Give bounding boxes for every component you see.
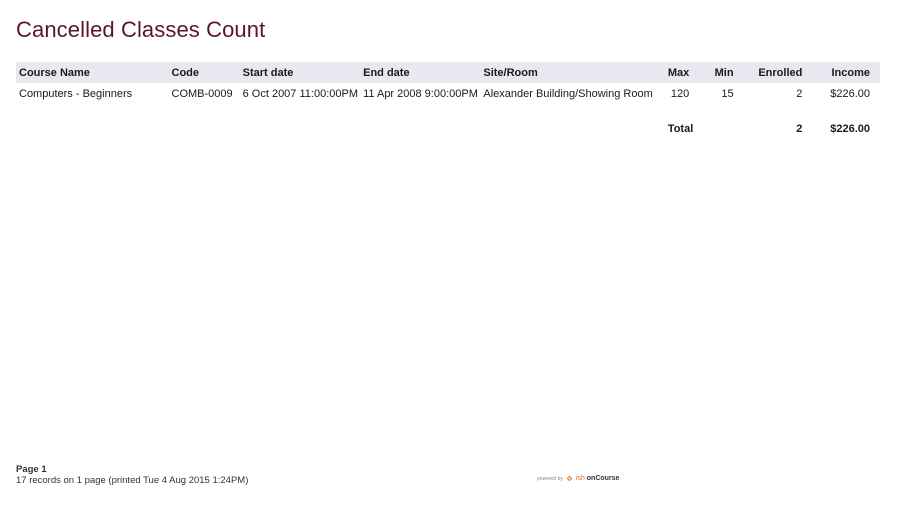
header-site-room: Site/Room — [480, 62, 653, 83]
header-end-date: End date — [360, 62, 481, 83]
page-number: Page 1 — [16, 464, 47, 475]
total-enrolled: 2 — [796, 123, 803, 135]
header-start-date: Start date — [239, 62, 361, 83]
header-income: Income — [812, 62, 880, 83]
header-code: Code — [168, 62, 240, 83]
brand-oncourse: onCourse — [586, 475, 620, 482]
powered-by-logo: powered by ish onCourse — [537, 475, 619, 482]
brand-name: ish onCourse — [576, 475, 620, 482]
report-table: Course Name Code Start date End date Sit… — [16, 62, 880, 140]
header-enrolled: Enrolled — [743, 62, 813, 83]
header-course-name: Course Name — [16, 62, 169, 83]
total-income: $226.00 — [830, 123, 870, 135]
cell-min: 15 — [721, 88, 734, 100]
cell-course-name: Computers - Beginners — [19, 88, 133, 100]
table-row: Computers - Beginners COMB-0009 6 Oct 20… — [16, 83, 880, 105]
spacer-row — [16, 105, 880, 118]
report-title: Cancelled Classes Count — [16, 17, 266, 42]
records-summary: 17 records on 1 page (printed Tue 4 Aug … — [16, 475, 249, 486]
header-max: Max — [652, 62, 700, 83]
cell-code: COMB-0009 — [171, 88, 233, 100]
cell-income: $226.00 — [830, 88, 870, 100]
powered-by-text: powered by — [537, 475, 563, 482]
cell-start-date: 6 Oct 2007 11:00:00PM — [242, 88, 358, 100]
report-footer: Page 1 17 records on 1 page (printed Tue… — [16, 464, 248, 486]
header-min: Min — [699, 62, 744, 83]
brand-ish: ish — [575, 475, 585, 482]
cell-end-date: 11 Apr 2008 9:00:00PM — [363, 88, 478, 100]
cell-site-room: Alexander Building/Showing Room — [483, 88, 653, 100]
total-row: Total 2 $226.00 — [16, 118, 880, 140]
total-label: Total — [667, 123, 694, 135]
table-header-row: Course Name Code Start date End date Sit… — [16, 62, 880, 83]
cell-max: 120 — [670, 88, 690, 100]
cell-enrolled: 2 — [796, 88, 803, 100]
ish-logo-icon — [566, 475, 573, 482]
